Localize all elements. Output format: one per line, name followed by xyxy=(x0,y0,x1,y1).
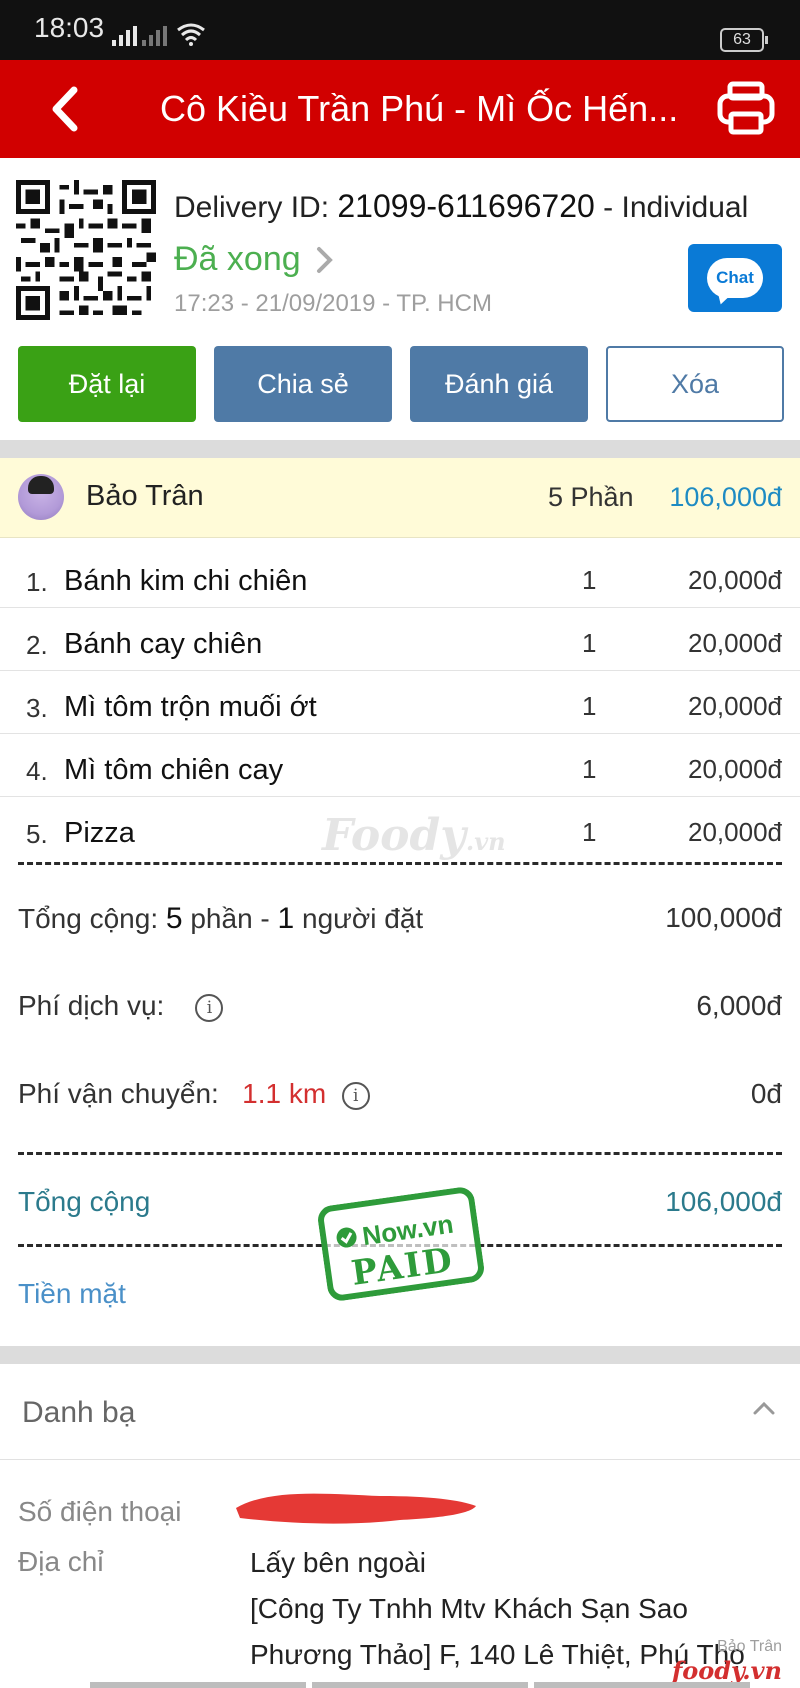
order-meta: 17:23 - 21/09/2019 - TP. HCM xyxy=(174,290,492,317)
share-button[interactable]: Chia sẻ xyxy=(214,346,392,422)
item-index: 2. xyxy=(26,630,48,660)
address-line-2: [Công Ty Tnhh Mtv Khách Sạn Sao xyxy=(250,1593,688,1624)
paid-stamp-icon: Now.vn PAID xyxy=(318,1187,484,1301)
item-price: 20,000đ xyxy=(688,691,782,721)
chevron-up-icon[interactable] xyxy=(752,1400,776,1416)
dashed-divider xyxy=(18,1152,782,1155)
status-time: 18:03 xyxy=(34,12,105,43)
info-icon[interactable]: i xyxy=(195,993,224,1022)
subtotal-mid: phần - xyxy=(190,903,270,934)
foody-watermark: Foody.vn xyxy=(322,810,506,861)
item-price: 20,000đ xyxy=(688,628,782,658)
subtotal-suffix: người đặt xyxy=(302,903,424,934)
wifi-icon xyxy=(177,23,205,46)
item-price: 20,000đ xyxy=(688,754,782,784)
chevron-right-icon xyxy=(316,246,333,273)
item-index: 3. xyxy=(26,693,48,723)
reorder-button[interactable]: Đặt lại xyxy=(18,346,196,422)
item-quantity: 1 xyxy=(582,628,597,658)
item-quantity: 1 xyxy=(582,691,597,721)
foody-logo: foody.vn xyxy=(671,1656,782,1685)
section-divider xyxy=(0,1346,800,1364)
item-name: Pizza xyxy=(64,817,135,849)
item-quantity: 1 xyxy=(582,754,597,784)
subtotal-label: Tổng cộng: 5 phần - 1 người đặt xyxy=(18,902,423,936)
delivery-type: - Individual xyxy=(603,191,749,224)
redaction-mark xyxy=(236,1493,476,1524)
item-name: Mì tôm chiên cay xyxy=(64,754,284,786)
watermark-brand: Foody xyxy=(322,810,466,861)
total-label: Tổng cộng xyxy=(18,1186,151,1217)
list-item: 2. Bánh cay chiên 1 20,000đ xyxy=(0,608,800,671)
service-fee-text: Phí dịch vụ: xyxy=(18,990,165,1021)
contacts-title: Danh bạ xyxy=(22,1396,136,1429)
member-amount: 106,000đ xyxy=(669,482,782,512)
shipping-fee-label: Phí vận chuyển: 1.1 km i xyxy=(18,1078,370,1110)
item-name: Mì tôm trộn muối ớt xyxy=(64,691,317,723)
order-status-text: Đã xong xyxy=(174,240,301,278)
shipping-fee-value: 0đ xyxy=(750,1078,782,1109)
contacts-section-header[interactable]: Danh bạ xyxy=(0,1364,800,1460)
delete-button[interactable]: Xóa xyxy=(606,346,784,422)
order-header: Delivery ID: 21099-611696720 - Individua… xyxy=(0,158,800,440)
item-quantity: 1 xyxy=(582,817,597,847)
subtotal-prefix: Tổng cộng: xyxy=(18,903,159,934)
delivery-id-line: Delivery ID: 21099-611696720 - Individua… xyxy=(174,188,748,225)
bottom-tab-indicators xyxy=(90,1682,750,1688)
battery-level: 63 xyxy=(733,31,751,48)
list-item: 3. Mì tôm trộn muối ớt 1 20,000đ xyxy=(0,671,800,734)
page-title: Cô Kiều Trần Phú - Mì Ốc Hến... xyxy=(160,88,679,129)
item-name: Bánh kim chi chiên xyxy=(64,565,308,597)
item-name: Bánh cay chiên xyxy=(64,628,263,660)
member-name: Bảo Trân xyxy=(86,480,204,512)
item-index: 1. xyxy=(26,567,48,597)
section-divider xyxy=(0,440,800,458)
phone-label: Số điện thoại xyxy=(18,1496,182,1527)
total-value: 106,000đ xyxy=(665,1186,782,1217)
subtotal-count: 5 xyxy=(165,902,183,935)
chat-label: Chat xyxy=(716,268,754,287)
app-bar: Cô Kiều Trần Phú - Mì Ốc Hến... xyxy=(0,60,800,158)
chat-button[interactable]: Chat xyxy=(688,244,782,312)
subtotal-people: 1 xyxy=(277,902,295,935)
item-price: 20,000đ xyxy=(688,817,782,847)
service-fee-label: Phí dịch vụ: i xyxy=(18,990,224,1022)
item-price: 20,000đ xyxy=(688,565,782,595)
order-status[interactable]: Đã xong xyxy=(174,240,335,279)
avatar xyxy=(18,474,64,520)
subtotal-value: 100,000đ xyxy=(665,902,782,933)
corner-user: Bảo Trân xyxy=(717,1638,782,1655)
delivery-id-label: Delivery ID: xyxy=(174,191,330,224)
dashed-divider xyxy=(18,862,782,865)
action-buttons: Đặt lại Chia sẻ Đánh giá Xóa xyxy=(18,346,784,422)
item-quantity: 1 xyxy=(582,565,597,595)
delivery-id-value: 21099-611696720 xyxy=(337,188,595,224)
status-bar: 18:03 63 xyxy=(0,0,800,60)
address-line-1: Lấy bên ngoài xyxy=(250,1547,426,1578)
item-index: 4. xyxy=(26,756,48,786)
rate-button[interactable]: Đánh giá xyxy=(410,346,588,422)
chat-bubble-icon: Chat xyxy=(707,258,763,298)
member-row: Bảo Trân 5 Phần 106,000đ xyxy=(0,458,800,538)
printer-icon[interactable] xyxy=(716,80,776,136)
corner-brand: Bảo Trân foody.vn xyxy=(672,1638,782,1685)
battery-icon: 63 xyxy=(720,28,768,52)
cell-signal-icon xyxy=(112,26,137,46)
list-item: 4. Mì tôm chiên cay 1 20,000đ xyxy=(0,734,800,797)
qr-code-icon xyxy=(16,180,156,320)
shipping-fee-text: Phí vận chuyển: xyxy=(18,1078,219,1109)
arrow-back-icon[interactable] xyxy=(44,84,88,134)
watermark-suffix: .vn xyxy=(465,827,506,856)
address-label: Địa chỉ xyxy=(18,1546,104,1577)
shipping-distance: 1.1 km xyxy=(242,1078,327,1109)
list-item: 1. Bánh kim chi chiên 1 20,000đ xyxy=(0,545,800,608)
member-item-count: 5 Phần xyxy=(548,482,634,512)
cell-signal-2-icon xyxy=(142,26,167,46)
payment-method: Tiền mặt xyxy=(18,1278,126,1309)
item-index: 5. xyxy=(26,819,48,849)
service-fee-value: 6,000đ xyxy=(696,990,782,1021)
info-icon[interactable]: i xyxy=(341,1081,370,1110)
